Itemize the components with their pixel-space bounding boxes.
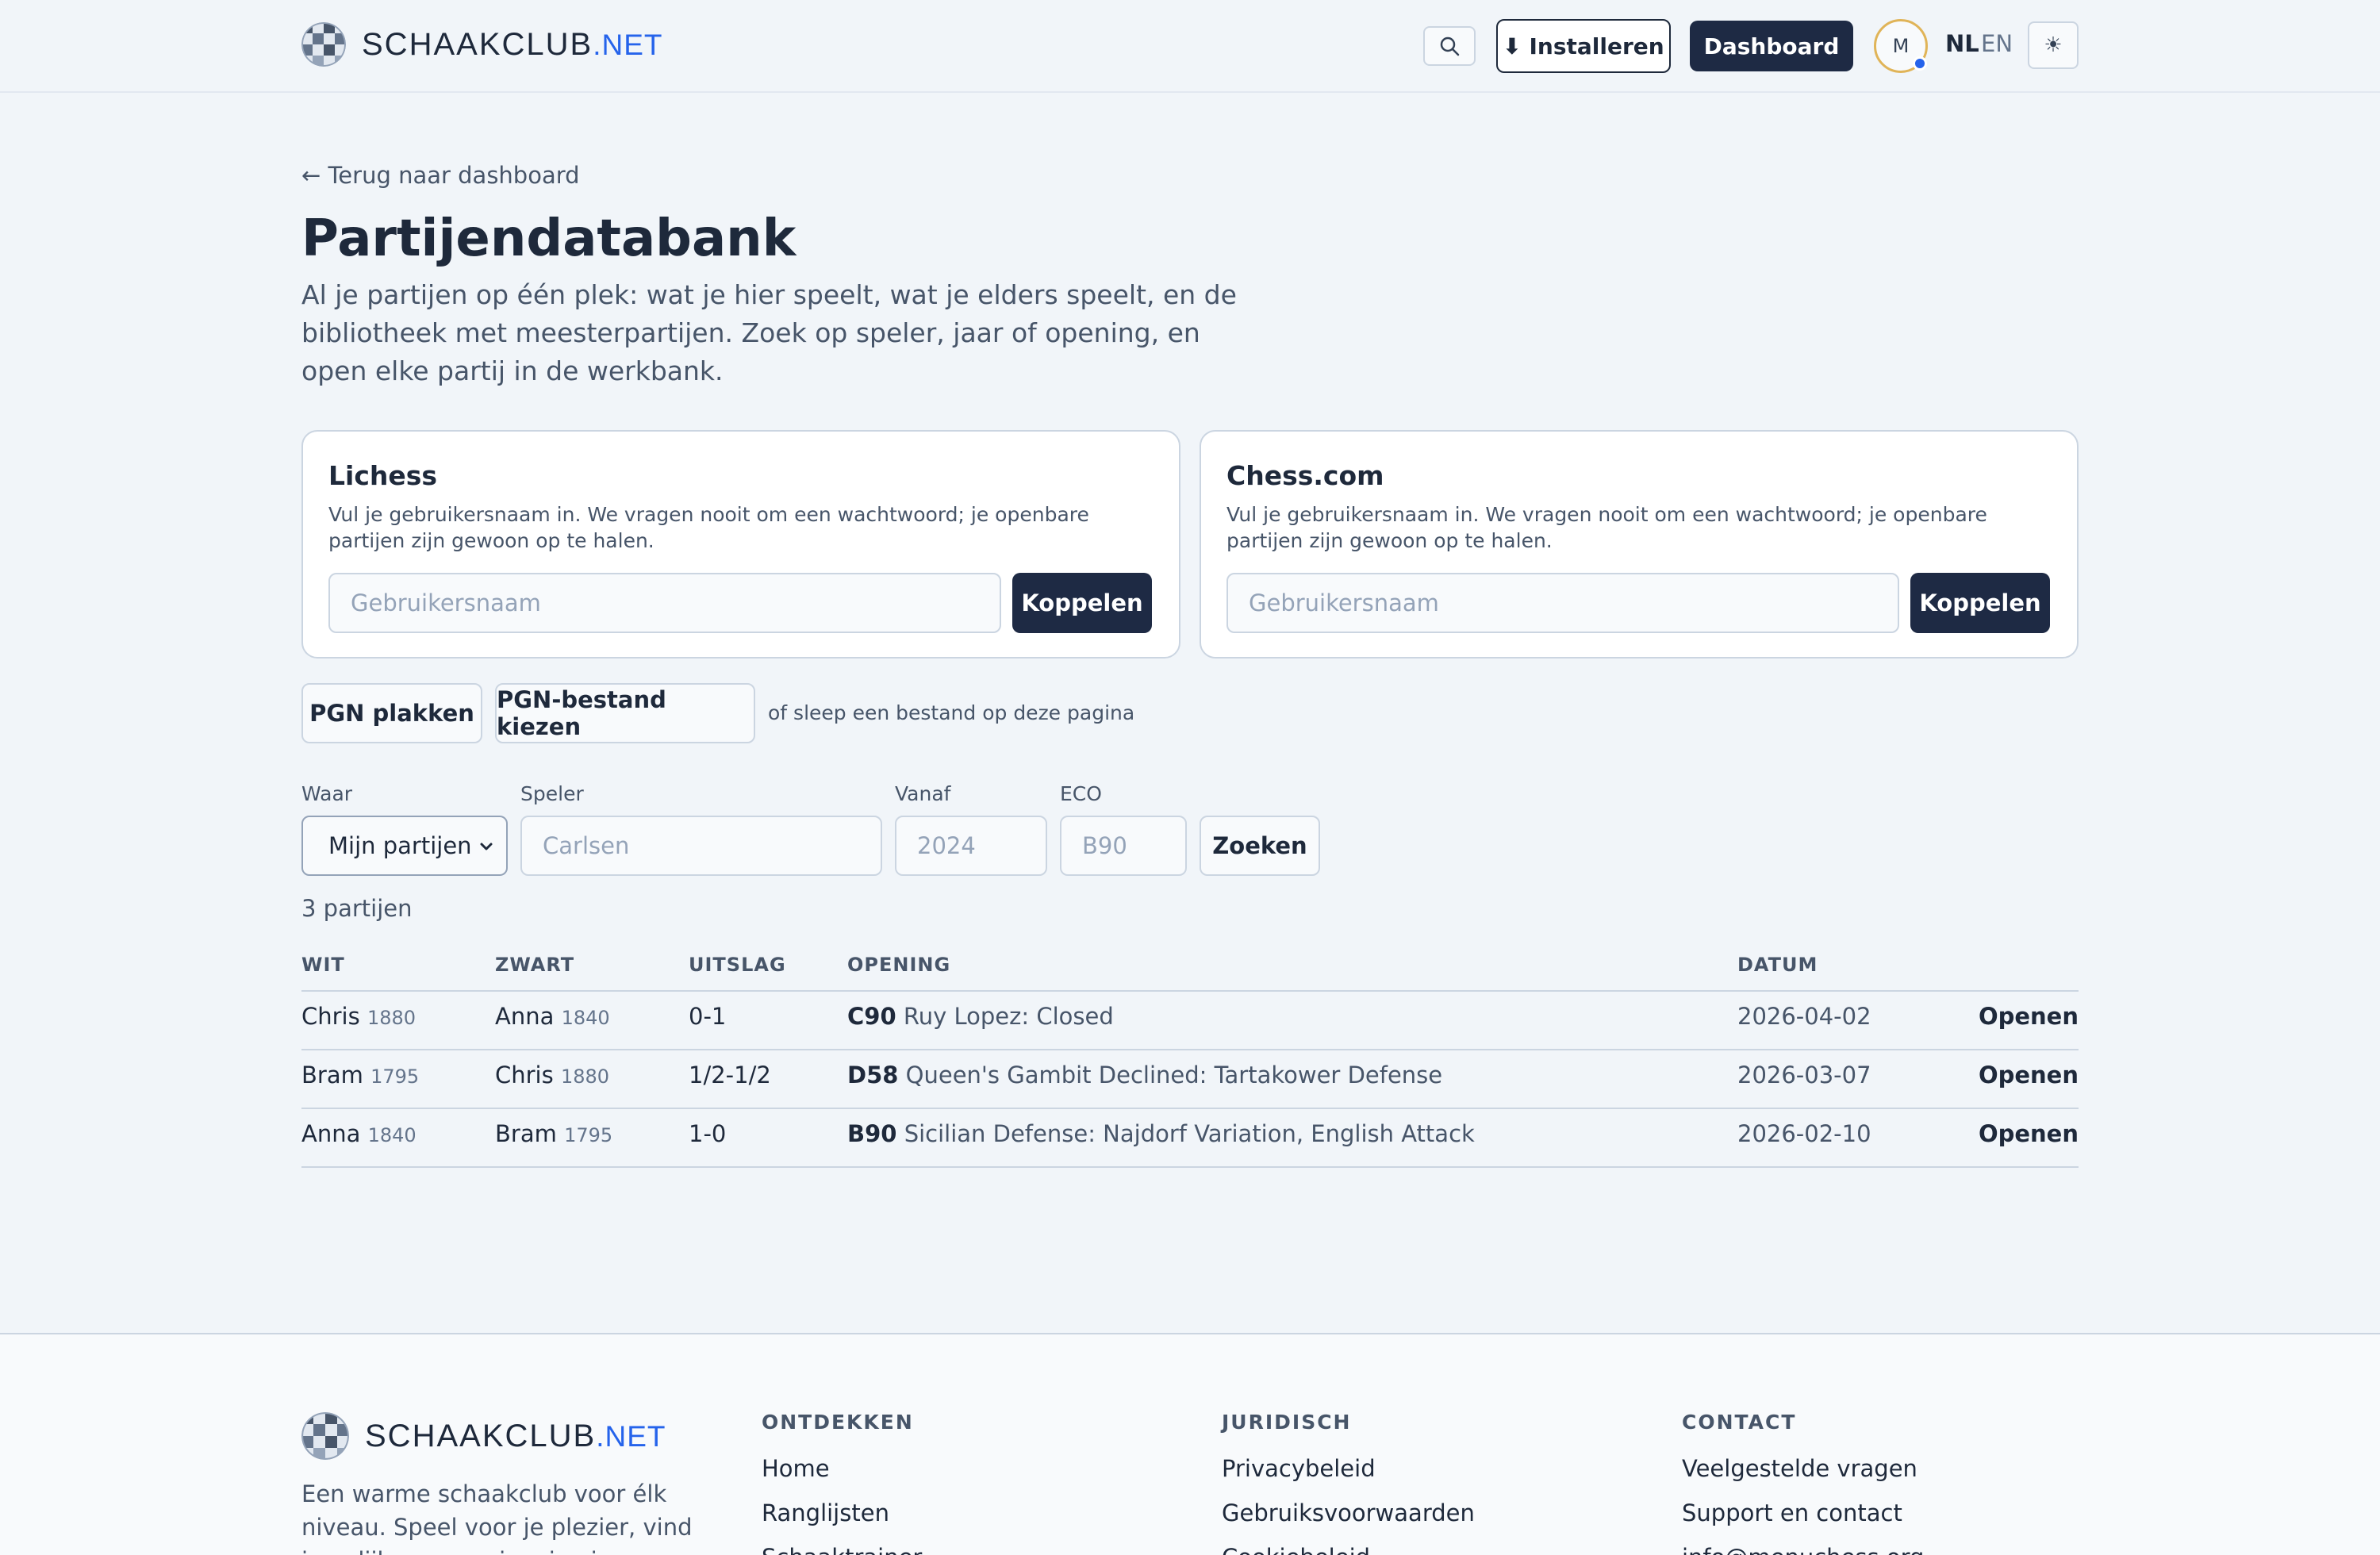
where-label: Waar	[301, 782, 353, 805]
chesscom-connect-card: Chess.com Vul je gebruikersnaam in. We v…	[1200, 430, 2079, 658]
from-year-label: Vanaf	[895, 782, 951, 805]
footer-link-home[interactable]: Home	[762, 1455, 830, 1482]
player-input[interactable]: Carlsen	[520, 816, 882, 876]
page-intro: Al je partijen op één plek: wat je hier …	[301, 279, 1237, 386]
chess-globe-icon	[301, 22, 346, 67]
white-player: Chris 1880	[301, 1003, 416, 1030]
footer-link-support[interactable]: Support en contact	[1682, 1499, 1902, 1526]
chesscom-card-description: Vul je gebruikersnaam in. We vragen nooi…	[1226, 503, 1987, 552]
column-header-black: ZWART	[495, 954, 575, 976]
footer-heading-discover: ONTDEKKEN	[762, 1411, 914, 1434]
open-game-link[interactable]: Openen	[1979, 1120, 2079, 1147]
white-player: Anna 1840	[301, 1120, 416, 1147]
game-result: 0-1	[689, 1003, 727, 1030]
page-title: Partijendatabank	[301, 209, 797, 268]
lichess-connect-button[interactable]: Koppelen	[1012, 573, 1152, 633]
table-divider	[301, 1049, 2079, 1050]
paste-pgn-button[interactable]: PGN plakken	[301, 683, 482, 743]
chess-globe-icon	[301, 1412, 349, 1460]
footer-link-privacy[interactable]: Privacybeleid	[1222, 1455, 1376, 1482]
lichess-card-title: Lichess	[328, 460, 438, 491]
footer-brand-logo[interactable]: SCHAAKCLUB.NET	[301, 1412, 666, 1460]
brand-logo[interactable]: SCHAAKCLUB.NET	[301, 22, 662, 67]
column-header-white: WIT	[301, 954, 345, 976]
from-year-input[interactable]: 2024	[895, 816, 1047, 876]
footer-link-cookies[interactable]: Cookiebeleid	[1222, 1544, 1370, 1555]
chesscom-connect-button[interactable]: Koppelen	[1910, 573, 2050, 633]
game-date: 2026-02-10	[1737, 1120, 1871, 1147]
dashboard-button[interactable]: Dashboard	[1690, 21, 1853, 71]
open-game-link[interactable]: Openen	[1979, 1003, 2079, 1030]
lichess-connect-card: Lichess Vul je gebruikersnaam in. We vra…	[301, 430, 1180, 658]
chesscom-card-title: Chess.com	[1226, 460, 1384, 491]
chesscom-username-input[interactable]: Gebruikersnaam	[1226, 573, 1899, 633]
language-nl[interactable]: NL	[1945, 30, 1979, 57]
table-divider	[301, 990, 2079, 992]
result-count: 3 partijen	[301, 895, 413, 922]
black-player: Bram 1795	[495, 1120, 613, 1147]
footer-link-terms[interactable]: Gebruiksvoorwaarden	[1222, 1499, 1475, 1526]
eco-input[interactable]: B90	[1060, 816, 1187, 876]
game-opening: C90 Ruy Lopez: Closed	[847, 1003, 1114, 1030]
black-player: Anna 1840	[495, 1003, 610, 1030]
black-player: Chris 1880	[495, 1062, 610, 1088]
sun-icon: ☀	[2044, 33, 2063, 57]
footer-brand-wordmark: SCHAAKCLUB.NET	[365, 1418, 666, 1453]
game-result: 1/2-1/2	[689, 1062, 771, 1088]
search-button[interactable]	[1423, 26, 1476, 66]
language-en[interactable]: EN	[1981, 30, 2013, 57]
choose-pgn-file-button[interactable]: PGN-bestand kiezen	[495, 683, 755, 743]
back-to-dashboard-link[interactable]: ← Terug naar dashboard	[301, 162, 580, 189]
game-opening: B90 Sicilian Defense: Najdorf Variation,…	[847, 1120, 1475, 1147]
footer-link-faq[interactable]: Veelgestelde vragen	[1682, 1455, 1917, 1482]
game-opening: D58 Queen's Gambit Declined: Tartakower …	[847, 1062, 1443, 1088]
column-header-opening: OPENING	[847, 954, 951, 976]
avatar-initial: M	[1892, 35, 1910, 57]
footer-link-trainer[interactable]: Schaaktrainer	[762, 1544, 922, 1555]
search-submit-button[interactable]: Zoeken	[1200, 816, 1320, 876]
theme-toggle-button[interactable]: ☀	[2028, 21, 2079, 69]
top-navigation-bar: SCHAAKCLUB.NET ⬇ Installeren Dashboard M…	[0, 0, 2380, 93]
column-header-date: DATUM	[1737, 954, 1818, 976]
open-game-link[interactable]: Openen	[1979, 1062, 2079, 1088]
white-player: Bram 1795	[301, 1062, 420, 1088]
table-divider	[301, 1108, 2079, 1109]
footer-heading-legal: JURIDISCH	[1222, 1411, 1352, 1434]
drop-file-hint: of sleep een bestand op deze pagina	[768, 701, 1135, 724]
footer-link-email[interactable]: info@menuchess.org	[1682, 1544, 1924, 1555]
game-result: 1-0	[689, 1120, 727, 1147]
search-icon	[1440, 36, 1460, 56]
where-select[interactable]: Mijn partijen	[301, 816, 508, 876]
install-button[interactable]: ⬇ Installeren	[1496, 19, 1671, 73]
where-select-value: Mijn partijen	[328, 832, 472, 859]
footer-tagline: Een warme schaakclub voor élk niveau. Sp…	[301, 1480, 693, 1555]
lichess-username-input[interactable]: Gebruikersnaam	[328, 573, 1001, 633]
player-label: Speler	[520, 782, 584, 805]
column-header-result: UITSLAG	[689, 954, 786, 976]
game-date: 2026-03-07	[1737, 1062, 1871, 1088]
footer-link-rankings[interactable]: Ranglijsten	[762, 1499, 889, 1526]
chevron-down-icon	[480, 843, 493, 850]
footer-heading-contact: CONTACT	[1682, 1411, 1797, 1434]
table-divider	[301, 1166, 2079, 1168]
game-date: 2026-04-02	[1737, 1003, 1871, 1030]
eco-label: ECO	[1060, 782, 1102, 805]
brand-wordmark: SCHAAKCLUB.NET	[362, 26, 663, 62]
user-avatar[interactable]: M	[1874, 19, 1928, 73]
lichess-card-description: Vul je gebruikersnaam in. We vragen nooi…	[328, 503, 1089, 552]
online-status-dot	[1913, 56, 1927, 71]
